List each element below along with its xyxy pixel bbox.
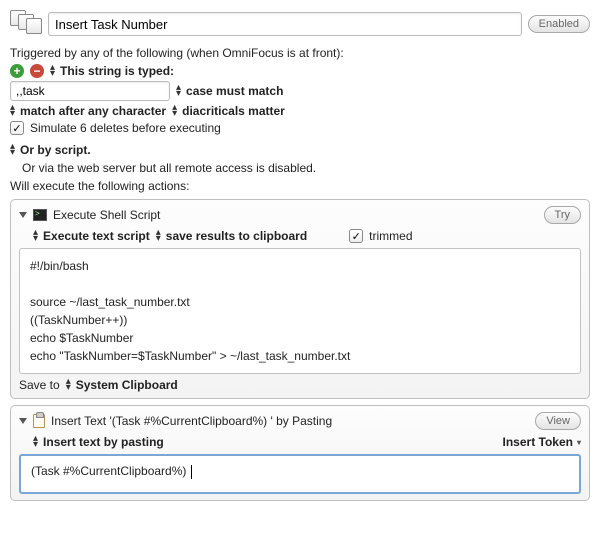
disclosure-icon[interactable] bbox=[19, 418, 27, 424]
action-insert-text: Insert Text '(Task #%CurrentClipboard%) … bbox=[10, 405, 590, 501]
trimmed-checkbox[interactable] bbox=[349, 229, 363, 243]
action-title: Insert Text '(Task #%CurrentClipboard%) … bbox=[51, 414, 332, 428]
updown-icon[interactable] bbox=[10, 105, 14, 117]
web-server-label: Or via the web server but all remote acc… bbox=[22, 161, 590, 175]
trigger-intro: Triggered by any of the following (when … bbox=[10, 46, 590, 60]
action-title: Execute Shell Script bbox=[53, 208, 160, 222]
updown-icon[interactable] bbox=[172, 105, 176, 117]
updown-icon[interactable] bbox=[10, 144, 14, 156]
enabled-button[interactable]: Enabled bbox=[528, 15, 590, 33]
case-match-option[interactable]: case must match bbox=[186, 84, 283, 98]
execute-text-script-option[interactable]: Execute text script bbox=[43, 229, 150, 243]
updown-icon[interactable] bbox=[66, 379, 70, 391]
updown-icon[interactable] bbox=[156, 230, 160, 242]
macro-icon bbox=[10, 10, 42, 38]
insert-text-option[interactable]: Insert text by pasting bbox=[43, 435, 164, 449]
try-button[interactable]: Try bbox=[544, 206, 581, 224]
simulate-deletes-label: Simulate 6 deletes before executing bbox=[30, 121, 221, 135]
typed-string-input[interactable] bbox=[10, 81, 170, 101]
save-results-option[interactable]: save results to clipboard bbox=[166, 229, 307, 243]
clipboard-icon bbox=[33, 414, 45, 428]
actions-intro: Will execute the following actions: bbox=[10, 179, 590, 193]
add-trigger-icon[interactable]: + bbox=[10, 64, 24, 78]
typed-string-label: This string is typed: bbox=[60, 64, 174, 78]
updown-icon[interactable] bbox=[176, 85, 180, 97]
insert-text-value: (Task #%CurrentClipboard%) bbox=[31, 464, 190, 478]
terminal-icon bbox=[33, 209, 47, 221]
save-to-label: Save to bbox=[19, 378, 60, 392]
script-text-area[interactable]: #!/bin/bash source ~/last_task_number.tx… bbox=[19, 248, 581, 374]
diacriticals-option[interactable]: diacriticals matter bbox=[182, 104, 285, 118]
or-by-script-label: Or by script. bbox=[20, 143, 91, 157]
view-button[interactable]: View bbox=[535, 412, 581, 430]
disclosure-icon[interactable] bbox=[19, 212, 27, 218]
insert-text-area[interactable]: (Task #%CurrentClipboard%) bbox=[19, 454, 581, 494]
trimmed-label: trimmed bbox=[369, 229, 412, 243]
updown-icon[interactable] bbox=[50, 65, 54, 77]
updown-icon[interactable] bbox=[33, 436, 37, 448]
updown-icon[interactable] bbox=[33, 230, 37, 242]
simulate-deletes-checkbox[interactable] bbox=[10, 121, 24, 135]
insert-token-dropdown[interactable]: Insert Token▾ bbox=[503, 435, 581, 449]
remove-trigger-icon[interactable]: − bbox=[30, 64, 44, 78]
macro-title-input[interactable] bbox=[48, 12, 522, 36]
text-cursor bbox=[191, 465, 192, 479]
match-after-option[interactable]: match after any character bbox=[20, 104, 166, 118]
action-shell-script: Execute Shell Script Try Execute text sc… bbox=[10, 199, 590, 399]
save-to-value[interactable]: System Clipboard bbox=[76, 378, 178, 392]
